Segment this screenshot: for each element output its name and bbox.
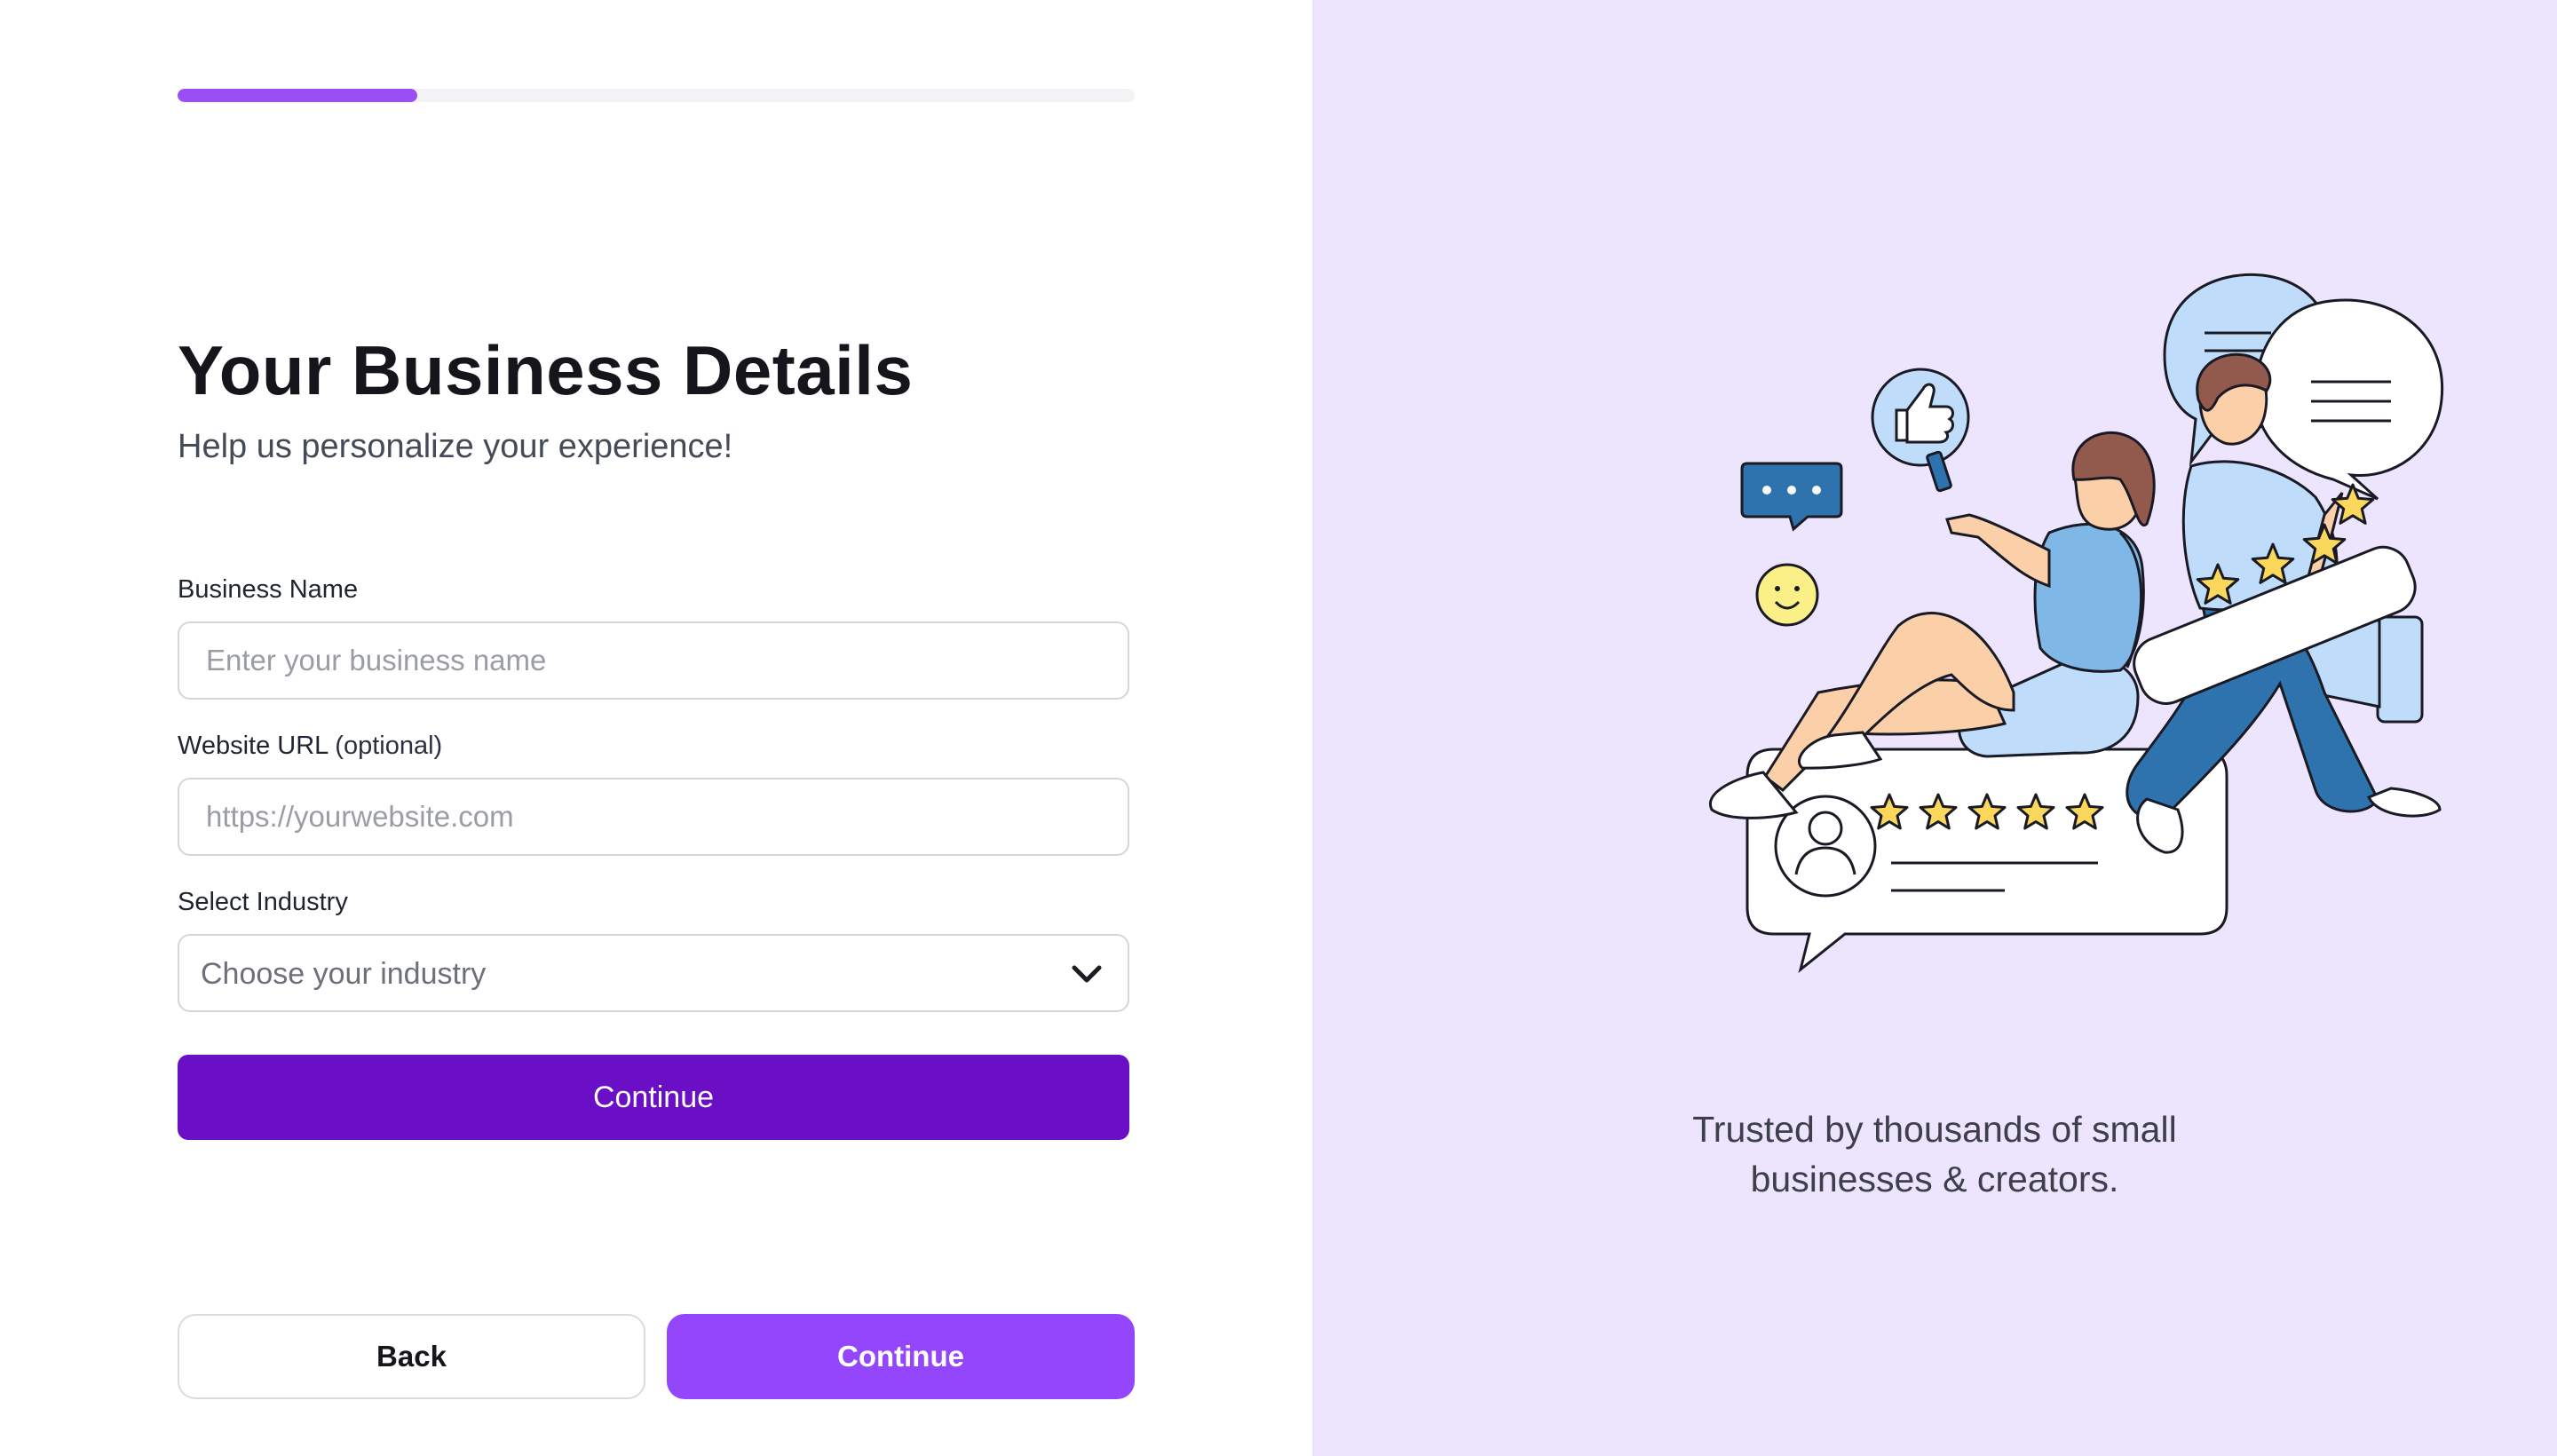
illustration-panel: Trusted by thousands of small businesses… <box>1312 0 2557 1456</box>
progress-fill <box>178 89 417 102</box>
back-button[interactable]: Back <box>178 1314 645 1399</box>
thumbs-up-bubble-icon <box>1871 368 1970 467</box>
reviews-illustration <box>1708 273 2444 973</box>
website-url-label-text: Website URL <box>178 732 329 760</box>
industry-label: Select Industry <box>178 888 348 917</box>
industry-label-text: Select Industry <box>178 888 348 916</box>
chevron-down-icon[interactable] <box>1071 961 1103 987</box>
speech-bubble-white-icon <box>2253 298 2444 501</box>
form-continue-button[interactable]: Continue <box>178 1055 1129 1140</box>
industry-select[interactable]: Choose your industry <box>178 934 1129 1012</box>
tagline-line-2: businesses & creators. <box>1750 1159 2119 1199</box>
continue-button[interactable]: Continue <box>667 1314 1135 1399</box>
website-url-input[interactable] <box>179 779 1128 854</box>
business-name-field[interactable] <box>178 621 1129 700</box>
website-url-field[interactable] <box>178 778 1129 856</box>
smiley-icon <box>1755 563 1819 627</box>
business-name-label: Business Name <box>178 575 358 605</box>
progress-bar <box>178 89 1135 102</box>
page-subtitle: Help us personalize your experience! <box>178 428 733 465</box>
website-url-label: Website URL (optional) <box>178 732 442 761</box>
page-title: Your Business Details <box>178 331 914 409</box>
business-name-input[interactable] <box>179 623 1128 698</box>
chat-dots-icon <box>1740 462 1843 532</box>
tagline-line-1: Trusted by thousands of small <box>1692 1109 2177 1150</box>
industry-select-value[interactable]: Choose your industry <box>201 936 486 1012</box>
business-name-label-text: Business Name <box>178 575 359 604</box>
form-panel: Your Business Details Help us personaliz… <box>0 0 1312 1456</box>
tagline: Trusted by thousands of small businesses… <box>1312 1104 2557 1204</box>
website-url-optional-tag: (optional) <box>335 732 443 760</box>
